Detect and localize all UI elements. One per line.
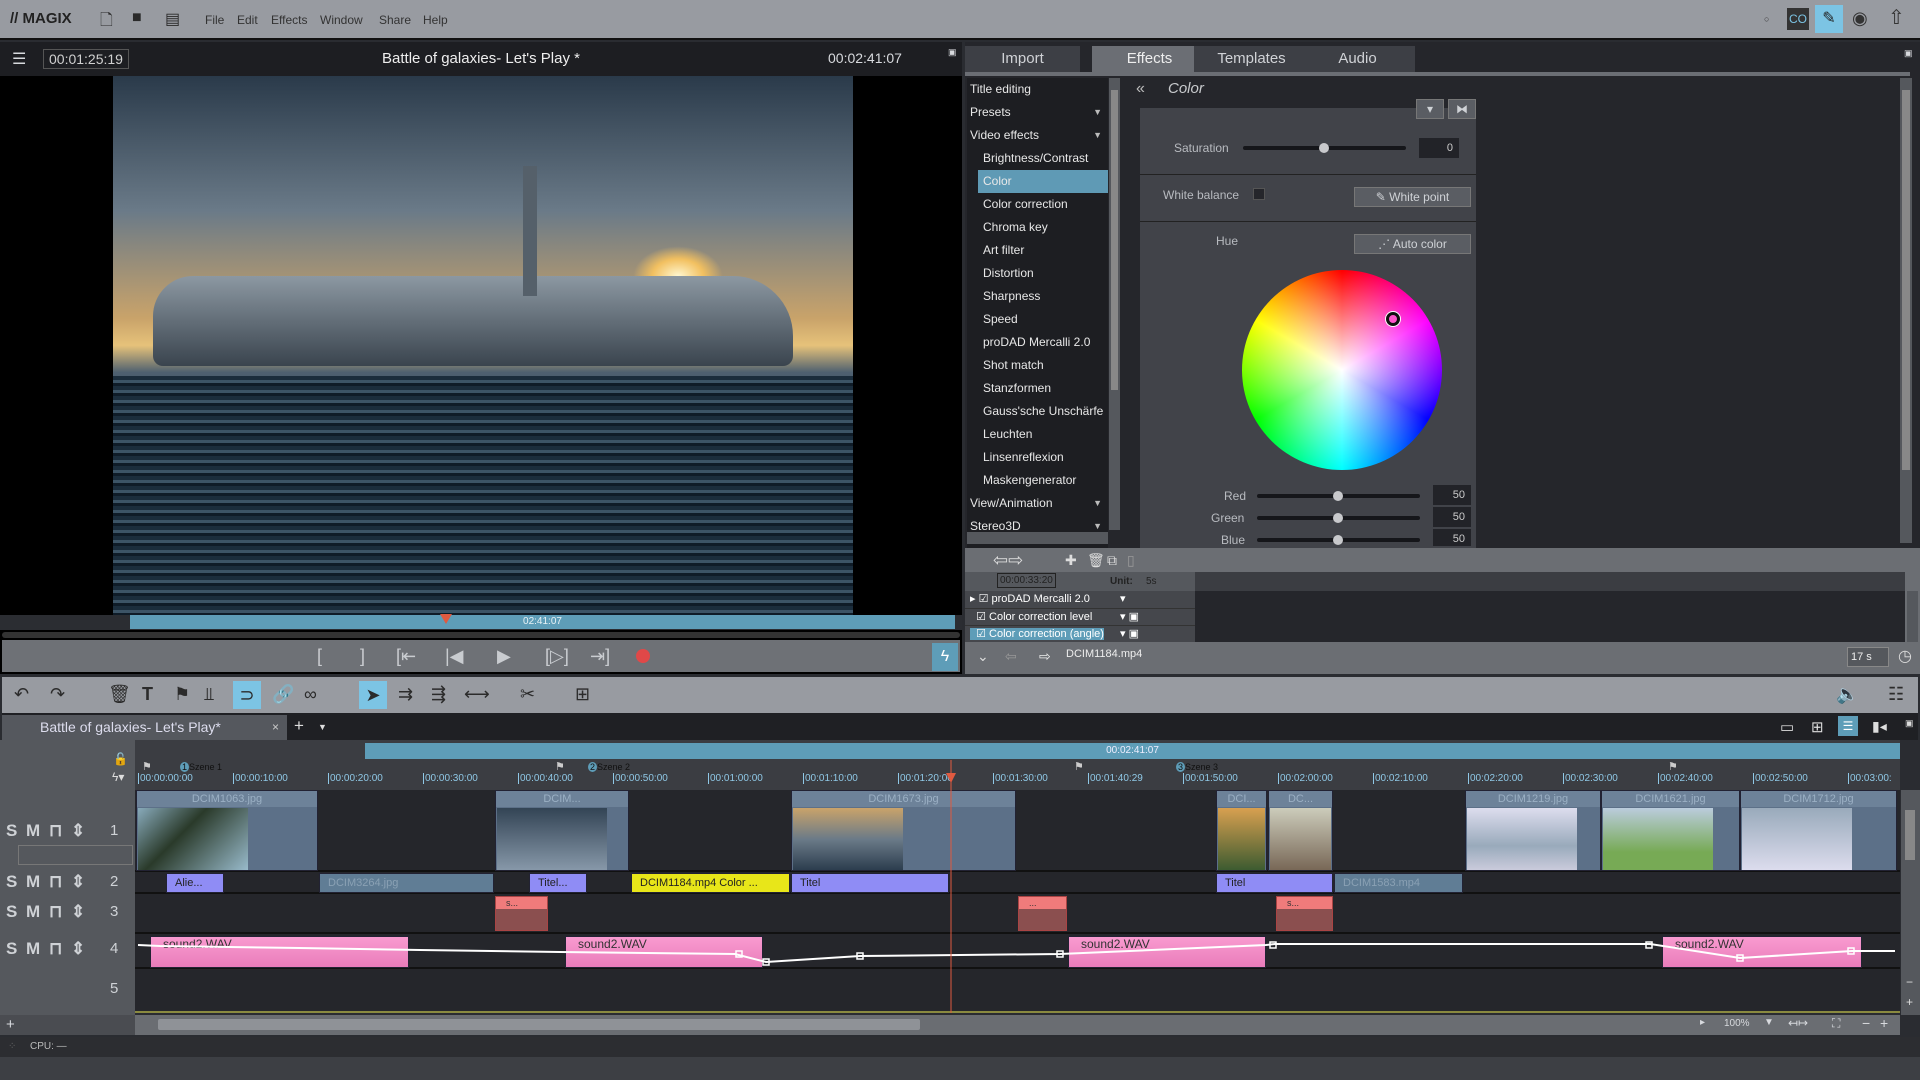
scrollbar-thumb[interactable] [1905,810,1915,860]
cpu-icon: ⁘ [8,1041,17,1052]
zoom-level[interactable]: 100% [1724,1018,1750,1029]
volume-curve-layer [137,760,1895,1013]
zoom-out-icon[interactable]: − [1862,1015,1870,1031]
add-track-area: + [0,1015,135,1035]
status-bar: ⁘ CPU: — [0,1037,1920,1057]
fit-project-icon[interactable]: ⛶ [1832,1016,1840,1031]
zoom-in-icon[interactable]: + [1880,1015,1888,1031]
add-track-icon[interactable]: + [6,1016,15,1033]
track-zoom-out-icon[interactable]: − [1906,975,1913,989]
volume-curve[interactable] [137,943,1895,964]
zoom-dropdown-icon[interactable]: ▼ [1764,1017,1774,1028]
fit-width-icon[interactable]: ↤↦ [1788,1016,1808,1030]
track-zoom-in-icon[interactable]: + [1906,995,1913,1009]
scroll-right-icon[interactable]: ▸ [1700,1017,1705,1028]
hscroll-thumb[interactable] [158,1019,920,1030]
timeline-scrollbar-area: + ▸ 100% ▼ ↤↦ ⛶ − + [0,1015,1900,1035]
bottom-bar [0,1057,1920,1080]
timeline-vscroll[interactable]: − + [1901,790,1920,1015]
cpu-status: CPU: — [30,1041,67,1052]
playhead-handle[interactable] [946,773,956,783]
